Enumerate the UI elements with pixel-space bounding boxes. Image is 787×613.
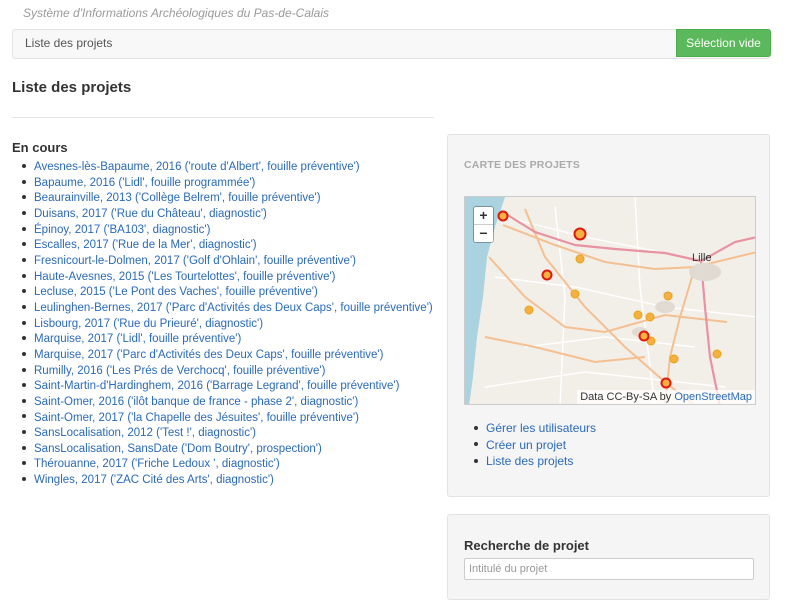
zoom-out-button[interactable]: − (474, 224, 493, 242)
project-list-item: SansLocalisation, 2012 ('Test !', diagno… (14, 426, 433, 442)
project-link[interactable]: Wingles, 2017 ('ZAC Cité des Arts', diag… (34, 474, 274, 486)
bullet-icon (22, 383, 26, 388)
project-list-item: Thérouanne, 2017 ('Friche Ledoux ', diag… (14, 457, 433, 473)
project-list-item: Fresnicourt-le-Dolmen, 2017 ('Golf d'Ohl… (14, 254, 433, 270)
bullet-icon (474, 458, 478, 463)
bullet-icon (22, 210, 26, 215)
bullet-icon (22, 414, 26, 419)
bullet-icon (474, 425, 478, 430)
map-panel: CARTE DES PROJETS Lille + − Data CC-By-S… (447, 134, 770, 497)
admin-link-item: Liste des projets (468, 453, 596, 470)
project-search-input[interactable] (464, 558, 754, 580)
project-list-item: Escalles, 2017 ('Rue de la Mer', diagnos… (14, 238, 433, 254)
bullet-icon (474, 442, 478, 447)
project-list-item: Marquise, 2017 ('Parc d'Activités des De… (14, 348, 433, 364)
bullet-icon (22, 289, 26, 294)
project-link[interactable]: Lisbourg, 2017 ('Rue du Prieuré', diagno… (34, 318, 263, 330)
admin-link-item: Créer un projet (468, 437, 596, 454)
map-panel-title: CARTE DES PROJETS (464, 159, 581, 171)
project-link[interactable]: Lecluse, 2015 ('Le Pont des Vaches', fou… (34, 286, 318, 298)
project-list-item: Marquise, 2017 ('Lidl', fouille préventi… (14, 332, 433, 348)
bullet-icon (22, 367, 26, 372)
zoom-in-button[interactable]: + (474, 207, 493, 224)
project-link[interactable]: Saint-Omer, 2017 ('la Chapelle des Jésui… (34, 412, 359, 424)
project-link[interactable]: Marquise, 2017 ('Lidl', fouille préventi… (34, 333, 241, 345)
bullet-icon (22, 445, 26, 450)
project-link[interactable]: Épinoy, 2017 ('BA103', diagnostic') (34, 224, 210, 236)
map-background (465, 197, 755, 404)
project-link[interactable]: Marquise, 2017 ('Parc d'Activités des De… (34, 349, 383, 361)
breadcrumb[interactable]: Liste des projets (25, 36, 112, 50)
bullet-icon (22, 336, 26, 341)
project-link[interactable]: Saint-Omer, 2016 ('ilôt banque de france… (34, 396, 358, 408)
project-list: Avesnes-lès-Bapaume, 2016 ('route d'Albe… (14, 160, 433, 489)
project-list-item: Duisans, 2017 ('Rue du Château', diagnos… (14, 207, 433, 223)
search-panel: Recherche de projet (447, 514, 770, 600)
map-attribution: Data CC-By-SA by OpenStreetMap (577, 390, 755, 404)
project-list-item: Lecluse, 2015 ('Le Pont des Vaches', fou… (14, 285, 433, 301)
project-link[interactable]: Escalles, 2017 ('Rue de la Mer', diagnos… (34, 239, 257, 251)
admin-links: Gérer les utilisateurs Créer un projet Lis… (468, 420, 596, 470)
project-list-item: Rumilly, 2016 ('Les Prés de Verchocq', f… (14, 364, 433, 380)
project-link[interactable]: Bapaume, 2016 ('Lidl', fouille programmé… (34, 177, 255, 189)
navbar: Liste des projets Sélection vide (12, 29, 771, 59)
project-list-item: Leulinghen-Bernes, 2017 ('Parc d'Activit… (14, 301, 433, 317)
divider (12, 117, 434, 118)
project-link[interactable]: Rumilly, 2016 ('Les Prés de Verchocq', f… (34, 365, 325, 377)
project-link[interactable]: Saint-Martin-d'Hardinghem, 2016 ('Barrag… (34, 380, 399, 392)
bullet-icon (22, 273, 26, 278)
project-link[interactable]: SansLocalisation, SansDate ('Dom Boutry'… (34, 443, 322, 455)
project-link[interactable]: Leulinghen-Bernes, 2017 ('Parc d'Activit… (34, 302, 433, 314)
projects-map[interactable]: Lille + − Data CC-By-SA by OpenStreetMap (464, 196, 756, 405)
project-link[interactable]: Thérouanne, 2017 ('Friche Ledoux ', diag… (34, 458, 280, 470)
project-link[interactable]: Duisans, 2017 ('Rue du Château', diagnos… (34, 208, 267, 220)
bullet-icon (22, 242, 26, 247)
bullet-icon (22, 351, 26, 356)
bullet-icon (22, 398, 26, 403)
project-list-item: Beaurainville, 2013 ('Collège Belrem', f… (14, 191, 433, 207)
bullet-icon (22, 320, 26, 325)
project-list-link[interactable]: Liste des projets (486, 454, 573, 468)
bullet-icon (22, 163, 26, 168)
project-link[interactable]: SansLocalisation, 2012 ('Test !', diagno… (34, 427, 256, 439)
zoom-control: + − (473, 206, 494, 243)
project-link[interactable]: Fresnicourt-le-Dolmen, 2017 ('Golf d'Ohl… (34, 255, 356, 267)
project-link[interactable]: Beaurainville, 2013 ('Collège Belrem', f… (34, 192, 321, 204)
project-list-item: Bapaume, 2016 ('Lidl', fouille programmé… (14, 176, 433, 192)
bullet-icon (22, 226, 26, 231)
bullet-icon (22, 304, 26, 309)
bullet-icon (22, 430, 26, 435)
project-link[interactable]: Avesnes-lès-Bapaume, 2016 ('route d'Albe… (34, 161, 360, 173)
create-project-link[interactable]: Créer un projet (486, 438, 566, 452)
project-list-item: Lisbourg, 2017 ('Rue du Prieuré', diagno… (14, 317, 433, 333)
openstreetmap-link[interactable]: OpenStreetMap (674, 391, 752, 403)
manage-users-link[interactable]: Gérer les utilisateurs (486, 421, 596, 435)
project-list-item: Haute-Avesnes, 2015 ('Les Tourtelottes',… (14, 270, 433, 286)
bullet-icon (22, 195, 26, 200)
project-list-item: SansLocalisation, SansDate ('Dom Boutry'… (14, 442, 433, 458)
project-list-item: Saint-Omer, 2016 ('ilôt banque de france… (14, 395, 433, 411)
project-list-item: Saint-Omer, 2017 ('la Chapelle des Jésui… (14, 411, 433, 427)
bullet-icon (22, 477, 26, 482)
section-title-en-cours: En cours (12, 140, 68, 155)
site-brand: Système d'Informations Archéologiques du… (23, 6, 329, 20)
project-list-item: Wingles, 2017 ('ZAC Cité des Arts', diag… (14, 473, 433, 489)
bullet-icon (22, 461, 26, 466)
attribution-text: Data CC-By-SA by (580, 391, 675, 403)
empty-selection-button[interactable]: Sélection vide (676, 29, 771, 57)
project-list-item: Avesnes-lès-Bapaume, 2016 ('route d'Albe… (14, 160, 433, 176)
admin-link-item: Gérer les utilisateurs (468, 420, 596, 437)
search-panel-title: Recherche de projet (464, 538, 589, 553)
project-list-item: Saint-Martin-d'Hardinghem, 2016 ('Barrag… (14, 379, 433, 395)
bullet-icon (22, 179, 26, 184)
page-title: Liste des projets (12, 79, 132, 96)
project-list-item: Épinoy, 2017 ('BA103', diagnostic') (14, 223, 433, 239)
project-link[interactable]: Haute-Avesnes, 2015 ('Les Tourtelottes',… (34, 271, 336, 283)
map-city-label: Lille (692, 252, 712, 264)
bullet-icon (22, 257, 26, 262)
